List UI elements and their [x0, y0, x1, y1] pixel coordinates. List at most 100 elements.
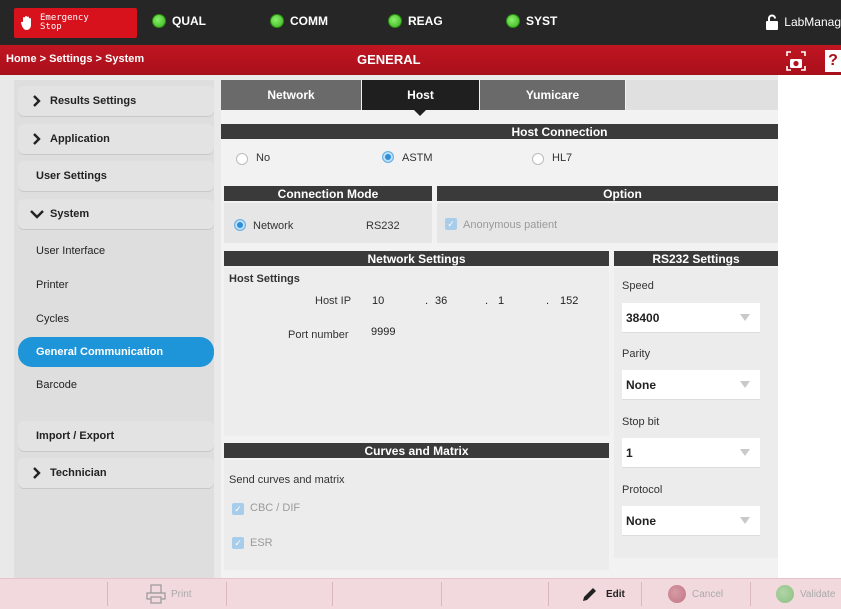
send-curves-label: Send curves and matrix — [229, 474, 345, 486]
ip-octet-4[interactable]: 152 — [560, 295, 578, 307]
anonymous-patient-checkbox[interactable]: ✓ — [445, 218, 457, 230]
host-settings-label: Host Settings — [229, 273, 300, 285]
sidebar-item-label: General Communication — [36, 346, 164, 358]
sidebar-item-application[interactable]: Application — [18, 124, 214, 154]
protocol-select[interactable]: None — [622, 506, 760, 536]
divider — [548, 582, 549, 606]
sidebar-item-technician[interactable]: Technician — [18, 458, 214, 488]
sidebar-item-user-settings[interactable]: User Settings — [18, 161, 214, 191]
tab-filler — [626, 80, 778, 110]
ip-octet-1[interactable]: 10 — [372, 295, 384, 307]
chevron-right-icon — [33, 467, 41, 479]
sidebar-item-cycles[interactable]: Cycles — [18, 304, 214, 334]
ip-octet-3[interactable]: 1 — [498, 295, 504, 307]
status-qual[interactable]: QUAL — [152, 14, 206, 28]
stop-bit-select[interactable]: 1 — [622, 438, 760, 468]
camera-icon[interactable] — [785, 50, 807, 72]
host-astm-radio[interactable] — [382, 151, 394, 163]
connection-mode-header: Connection Mode — [224, 186, 432, 201]
status-label: QUAL — [172, 14, 206, 28]
sidebar-item-label: Cycles — [36, 313, 70, 325]
sidebar-item-import-export[interactable]: Import / Export — [18, 421, 214, 451]
section-title: Host Connection — [511, 124, 608, 139]
active-tab-pointer — [414, 110, 426, 116]
dropdown-arrow-icon — [740, 381, 750, 388]
status-ok-icon — [388, 14, 402, 28]
status-ok-icon — [270, 14, 284, 28]
chevron-right-icon — [33, 133, 41, 145]
dropdown-arrow-icon — [740, 314, 750, 321]
protocol-value: None — [626, 513, 656, 528]
help-icon[interactable]: ? — [825, 50, 841, 72]
network-settings-body — [224, 268, 609, 436]
sidebar-item-label: User Interface — [36, 245, 106, 257]
tab-network[interactable]: Network — [221, 80, 361, 110]
status-ok-icon — [152, 14, 166, 28]
print-label: Print — [171, 588, 192, 600]
sidebar-item-label: Application — [50, 133, 110, 145]
speed-select[interactable]: 38400 — [622, 303, 760, 333]
status-syst[interactable]: SYST — [506, 14, 557, 28]
section-title: Curves and Matrix — [364, 443, 469, 458]
tab-label: Network — [267, 88, 315, 102]
divider — [750, 582, 751, 606]
network-settings-header: Network Settings — [224, 251, 609, 266]
host-no-radio[interactable] — [236, 153, 248, 165]
tab-host[interactable]: Host — [362, 80, 479, 110]
host-astm-label: ASTM — [402, 152, 433, 164]
parity-value: None — [626, 377, 656, 392]
status-reag[interactable]: REAG — [388, 14, 443, 28]
mode-network-label: Network — [253, 220, 294, 232]
edit-button[interactable]: Edit — [580, 582, 625, 606]
stop-bit-value: 1 — [626, 445, 633, 460]
sidebar-item-barcode[interactable]: Barcode — [18, 370, 214, 400]
host-no-label: No — [256, 152, 271, 164]
tab-yumicare[interactable]: Yumicare — [480, 80, 625, 110]
host-ip-label: Host IP — [315, 295, 352, 307]
cancel-button[interactable]: Cancel — [668, 582, 723, 606]
esr-checkbox[interactable]: ✓ — [232, 537, 244, 549]
status-label: REAG — [408, 14, 443, 28]
sidebar-item-printer[interactable]: Printer — [18, 270, 214, 300]
sidebar-item-label: Import / Export — [36, 430, 115, 442]
print-button[interactable]: Print — [145, 582, 192, 606]
host-hl7-radio[interactable] — [532, 153, 544, 165]
chevron-down-icon — [30, 210, 44, 219]
pencil-icon — [583, 588, 596, 601]
sidebar-item-system[interactable]: System — [18, 199, 214, 229]
curves-matrix-header: Curves and Matrix — [224, 443, 609, 458]
ip-dot: . — [425, 295, 429, 307]
parity-select[interactable]: None — [622, 370, 760, 400]
stop-bit-label: Stop bit — [622, 416, 660, 428]
breadcrumb[interactable]: Home > Settings > System — [6, 53, 144, 65]
cbc-dif-checkbox[interactable]: ✓ — [232, 503, 244, 515]
sidebar-item-label: Results Settings — [50, 95, 137, 107]
divider — [332, 582, 333, 606]
status-comm[interactable]: COMM — [270, 14, 328, 28]
emergency-stop-button[interactable]: Emergency Stop — [14, 8, 137, 38]
hand-icon — [20, 16, 31, 30]
status-label: SYST — [526, 14, 558, 28]
cbc-dif-label: CBC / DIF — [250, 502, 301, 514]
sidebar-item-results-settings[interactable]: Results Settings — [18, 86, 214, 116]
section-title: Option — [603, 186, 642, 201]
ip-dot: . — [546, 295, 550, 307]
user-menu[interactable]: LabManag — [765, 14, 841, 30]
mode-network-radio[interactable] — [234, 219, 246, 231]
emergency-label-line2: Stop — [40, 22, 62, 32]
sidebar-item-label: Barcode — [36, 379, 77, 391]
mode-rs232-option[interactable]: RS232 — [366, 220, 400, 232]
cancel-label: Cancel — [692, 588, 724, 600]
speed-value: 38400 — [626, 310, 660, 325]
port-number-field[interactable]: 9999 — [371, 326, 395, 338]
sidebar-item-user-interface[interactable]: User Interface — [18, 236, 214, 266]
validate-button[interactable]: Validate — [776, 582, 835, 606]
validate-icon — [776, 585, 794, 603]
sidebar-item-general-communication[interactable]: General Communication — [18, 337, 214, 367]
tab-label: Yumicare — [525, 88, 580, 102]
section-title: Network Settings — [367, 251, 466, 266]
dropdown-arrow-icon — [740, 449, 750, 456]
sidebar-item-label: Printer — [36, 279, 69, 291]
anonymous-patient-label: Anonymous patient — [463, 219, 558, 231]
ip-octet-2[interactable]: 36 — [435, 295, 447, 307]
